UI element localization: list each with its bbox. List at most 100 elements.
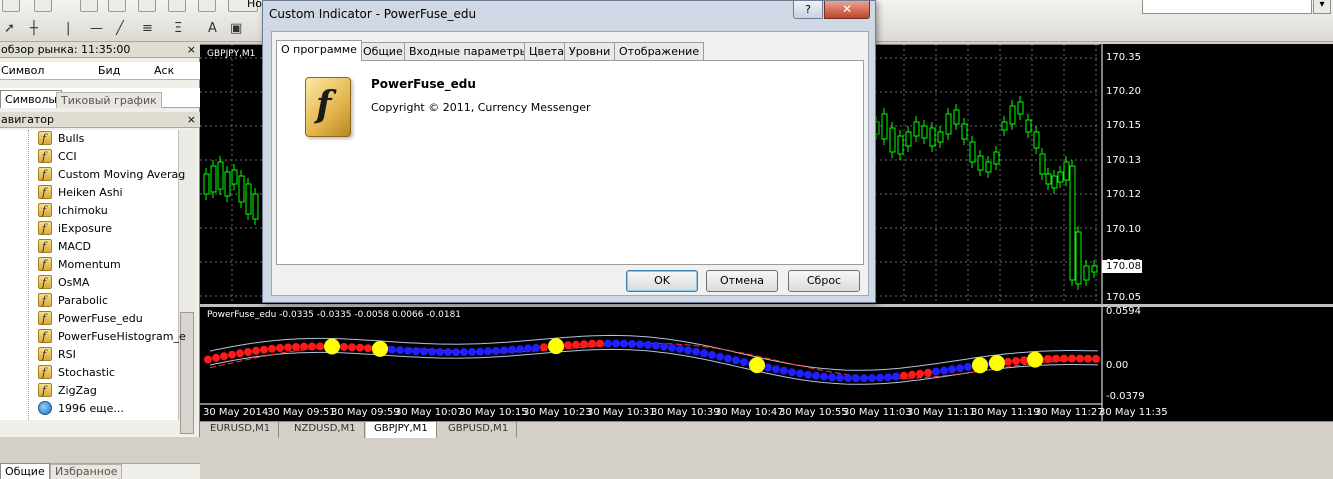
search-dropdown-arrow[interactable]: ▾ [1313,0,1331,14]
profiles-button[interactable] [34,0,52,12]
indicator-dot-up [388,345,396,354]
navigator-item[interactable]: RSI [38,346,76,364]
navigator-more[interactable]: 1996 еще... [38,400,124,418]
candle-body [929,127,936,147]
market-watch-title-text: обзор рынка: 11:35:00 [1,43,131,56]
help-button[interactable]: ? [793,1,823,19]
new-order-label: Но [247,0,263,10]
time-tick-label: 30 May 10:47 [715,407,784,418]
terminal-button[interactable] [168,0,186,12]
chart-tab[interactable]: EURUSD,M1 [202,422,280,438]
indicator-dot-up [964,362,972,371]
candle-body [231,169,238,185]
cancel-button[interactable]: Отмена [706,270,778,292]
vertical-line-icon[interactable]: | [66,21,70,36]
navigator-item[interactable]: Bulls [38,130,84,148]
indicator-dot-up [428,347,436,356]
indicator-icon [38,274,52,292]
navigator-item[interactable]: PowerFuseHistogram_e [38,328,186,346]
navigator-item[interactable]: OsMA [38,274,89,292]
trendline-icon[interactable]: ╱ [116,21,124,36]
tab-tick-chart[interactable]: Тиковый график [56,92,162,108]
data-window-button[interactable] [108,0,126,12]
chart-separator[interactable] [200,304,1333,307]
indicator-dot-down [236,349,244,358]
reset-button[interactable]: Сброс [788,270,860,292]
time-tick-label: 30 May 11:03 [843,407,912,418]
candle-body [1057,171,1064,183]
indicator-dot-up [860,374,868,383]
search-input[interactable] [1142,0,1312,14]
indicator-dot-down [1068,354,1076,363]
dialog-tab[interactable]: Отображение [614,42,705,60]
fibonacci-icon[interactable]: Ξ [174,21,182,36]
price-tick-label: 170.13 [1106,155,1141,166]
new-order-button[interactable]: Но [228,0,262,12]
navigator-item[interactable]: PowerFuse_edu [38,310,143,328]
dialog-tab[interactable]: Цвета [524,42,569,60]
cursor-icon[interactable]: ➚ [4,21,15,36]
indicator-dot-down [1020,356,1028,365]
indicator-dot-up [892,372,900,381]
indicator-signal-dot [989,355,1005,371]
indicator-dot-up [412,347,420,356]
candle-body [1001,121,1008,131]
new-chart-button[interactable] [2,0,20,12]
time-tick-label: 30 May 10:23 [523,407,592,418]
text-icon[interactable]: A [208,21,217,36]
dialog-tab[interactable]: Уровни [564,42,616,60]
navigator-item-label: PowerFuse_edu [58,312,143,325]
market-watch-title: обзор рынка: 11:35:00 × [0,42,200,58]
dialog-tab[interactable]: Входные параметры [404,42,534,60]
tab-favorites[interactable]: Избранное [50,464,123,479]
navigator-item[interactable]: Custom Moving Averag [38,166,185,184]
tab-symbols[interactable]: Символы [0,90,63,108]
indicator-dot-up [956,364,964,373]
navigator-item[interactable]: Stochastic [38,364,115,382]
copyright-text: Copyright © 2011, Currency Messenger [371,101,591,114]
indicator-dot-up [420,347,428,356]
navigator-item[interactable]: Heiken Ashi [38,184,123,202]
candle-body [1025,119,1032,133]
indicator-dot-down [924,368,932,377]
indicator-dot-down [348,343,356,352]
market-watch-button[interactable] [80,0,98,12]
crosshair-icon[interactable]: ┼ [30,21,38,36]
navigator-item[interactable]: ZigZag [38,382,97,400]
column-ask[interactable]: Аск [154,64,174,77]
label-icon[interactable]: ▣ [230,21,242,36]
indicator-dot-up [436,348,444,356]
channel-icon[interactable]: ≡ [142,21,153,36]
horizontal-line-icon[interactable]: — [90,21,103,36]
chart-tab[interactable]: GBPJPY,M1 [366,422,437,438]
indicator-dot-up [516,345,524,354]
chart-tab[interactable]: GBPUSD,M1 [440,422,518,438]
indicator-dot-up [692,347,700,356]
dialog-tab[interactable]: Общие [358,42,408,60]
dialog-tab[interactable]: О программе [276,40,362,61]
navigator-item[interactable]: Parabolic [38,292,108,310]
price-tick-label: 170.35 [1106,52,1141,63]
candle-body [203,173,210,195]
indicator-dot-up [804,370,812,379]
market-watch-close-button[interactable]: × [187,42,196,58]
chart-tab[interactable]: NZDUSD,M1 [286,422,365,438]
navigator-button[interactable] [138,0,156,12]
navigator-item[interactable]: MACD [38,238,91,256]
column-symbol[interactable]: Символ [1,64,44,77]
navigator-item[interactable]: Ichimoku [38,202,108,220]
navigator-item[interactable]: CCI [38,148,77,166]
indicator-values-label: PowerFuse_edu -0.0335 -0.0335 -0.0058 0.… [207,310,462,320]
candle-body [238,175,245,203]
close-button[interactable]: ✕ [824,1,870,19]
ok-button[interactable]: OK [626,270,698,292]
navigator-item-label: Momentum [58,258,121,271]
navigator-item[interactable]: iExposure [38,220,112,238]
navigator-item-label: Stochastic [58,366,115,379]
navigator-close-button[interactable]: × [187,112,196,128]
candle-body [881,113,888,140]
navigator-item[interactable]: Momentum [38,256,121,274]
tab-common[interactable]: Общие [0,463,50,479]
column-bid[interactable]: Бид [98,64,120,77]
tester-button[interactable] [198,0,216,12]
